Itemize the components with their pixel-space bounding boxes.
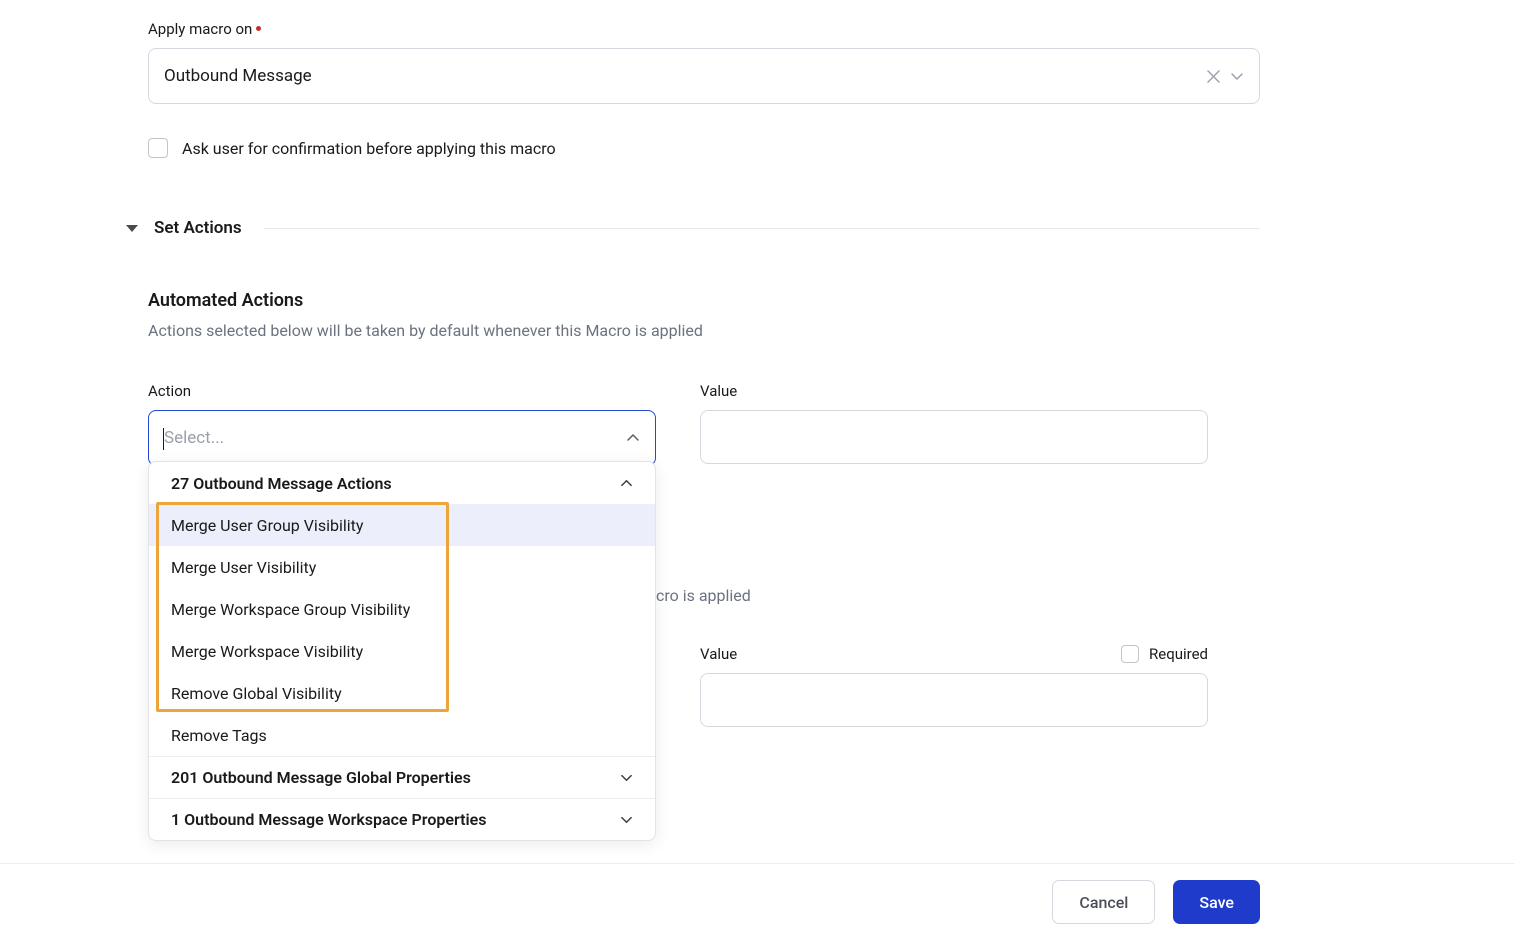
apply-macro-label: Apply macro on [148, 20, 1260, 38]
action-dropdown: 27 Outbound Message Actions Merge User G… [148, 461, 656, 841]
divider [264, 228, 1260, 229]
dropdown-item-remove-tags[interactable]: Remove Tags [149, 714, 655, 756]
cancel-button[interactable]: Cancel [1052, 880, 1155, 924]
dropdown-group-global-properties[interactable]: 201 Outbound Message Global Properties [149, 756, 655, 798]
value-label: Value [700, 382, 1208, 400]
chevron-down-icon[interactable] [1230, 69, 1244, 83]
required-indicator [256, 26, 261, 31]
set-actions-heading: Set Actions [154, 218, 242, 238]
obscured-description-text: cro is applied [656, 586, 751, 605]
chevron-up-icon[interactable] [626, 431, 640, 445]
save-button[interactable]: Save [1173, 880, 1260, 924]
confirm-checkbox[interactable] [148, 138, 168, 158]
chevron-down-icon [620, 813, 633, 826]
apply-macro-value: Outbound Message [164, 66, 1207, 86]
dropdown-item-merge-workspace-visibility[interactable]: Merge Workspace Visibility [149, 630, 655, 672]
dropdown-group-header-label: 27 Outbound Message Actions [171, 474, 392, 493]
action-select[interactable]: Select... [148, 410, 656, 466]
footer-bar: Cancel Save [0, 863, 1514, 940]
automated-actions-title: Automated Actions [148, 290, 1260, 311]
value-input[interactable] [700, 410, 1208, 464]
dropdown-item-remove-global-visibility[interactable]: Remove Global Visibility [149, 672, 655, 714]
automated-actions-description: Actions selected below will be taken by … [148, 321, 1260, 340]
section-toggle-icon[interactable] [126, 225, 138, 232]
dropdown-group-workspace-properties-label: 1 Outbound Message Workspace Properties [171, 810, 487, 829]
dropdown-item-merge-user-visibility[interactable]: Merge User Visibility [149, 546, 655, 588]
dropdown-group-header[interactable]: 27 Outbound Message Actions [149, 462, 655, 504]
action-select-placeholder: Select... [164, 428, 626, 448]
action-label: Action [148, 382, 656, 400]
required-checkbox[interactable] [1121, 645, 1139, 663]
required-checkbox-label: Required [1149, 645, 1208, 663]
dropdown-item-merge-workspace-group-visibility[interactable]: Merge Workspace Group Visibility [149, 588, 655, 630]
dropdown-group-workspace-properties[interactable]: 1 Outbound Message Workspace Properties [149, 798, 655, 840]
clear-icon[interactable] [1207, 70, 1220, 83]
value2-input[interactable] [700, 673, 1208, 727]
value2-label: Value [700, 645, 737, 663]
apply-macro-select[interactable]: Outbound Message [148, 48, 1260, 104]
confirm-checkbox-label: Ask user for confirmation before applyin… [182, 139, 556, 158]
chevron-down-icon [620, 771, 633, 784]
chevron-up-icon [620, 477, 633, 490]
dropdown-group-global-properties-label: 201 Outbound Message Global Properties [171, 768, 471, 787]
dropdown-item-merge-user-group-visibility[interactable]: Merge User Group Visibility [149, 504, 655, 546]
